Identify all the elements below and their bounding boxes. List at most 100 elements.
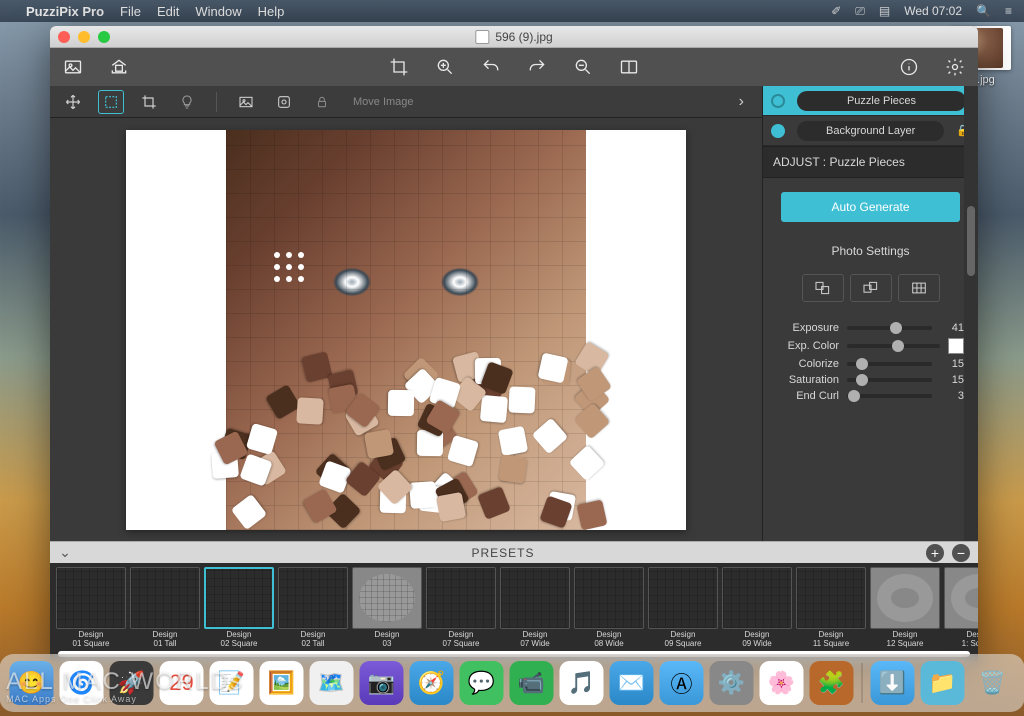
slider-row-exposure: Exposure 41 <box>773 320 968 336</box>
window-minimize-button[interactable] <box>78 31 90 43</box>
menubar-list-icon[interactable]: ≡ <box>1005 4 1012 18</box>
target-tool-icon[interactable] <box>271 90 297 114</box>
image-tool-icon[interactable] <box>233 90 259 114</box>
zoom-in-icon[interactable] <box>434 56 456 78</box>
spotlight-icon[interactable]: 🔍 <box>976 4 991 18</box>
presets-remove-icon[interactable]: − <box>952 544 970 562</box>
preset-item[interactable]: Design07 Square <box>426 567 496 649</box>
collapse-panel-icon[interactable]: › <box>739 93 752 111</box>
menubar-clock[interactable]: Wed 07:02 <box>904 4 962 18</box>
menu-window[interactable]: Window <box>195 4 241 19</box>
layer-visibility-icon[interactable] <box>771 94 785 108</box>
layer-name[interactable]: Puzzle Pieces <box>797 91 966 111</box>
color-swatch[interactable] <box>948 338 964 354</box>
workspace: Move Image › LAYERS <box>50 86 978 541</box>
preset-item[interactable]: Design1: Square <box>944 567 978 649</box>
preset-item[interactable]: Design09 Wide <box>722 567 792 649</box>
slider-thumb[interactable] <box>856 374 868 386</box>
bulb-tool-icon[interactable] <box>174 90 200 114</box>
menubar-app-name[interactable]: PuzziPix Pro <box>26 4 104 19</box>
crop-tool-icon[interactable] <box>136 90 162 114</box>
slider-thumb[interactable] <box>856 358 868 370</box>
dock-app-messages[interactable]: 💬 <box>460 661 504 705</box>
preset-item[interactable]: Design01 Square <box>56 567 126 649</box>
dock-app-downloads[interactable]: ⬇️ <box>871 661 915 705</box>
select-tool-icon[interactable] <box>98 90 124 114</box>
preset-thumb <box>648 567 718 629</box>
window-close-button[interactable] <box>58 31 70 43</box>
layer-row-puzzle[interactable]: Puzzle Pieces <box>763 86 978 116</box>
slider-track[interactable] <box>847 378 932 382</box>
side-panel: LAYERS + − ⧉ Puzzle Pieces Background La… <box>762 86 978 541</box>
preset-item[interactable]: Design09 Square <box>648 567 718 649</box>
save-icon[interactable] <box>108 56 130 78</box>
dock-app-mail[interactable]: ✉️ <box>610 661 654 705</box>
preset-item[interactable]: Design03 <box>352 567 422 649</box>
canvas[interactable] <box>126 130 686 530</box>
compare-icon[interactable] <box>618 56 640 78</box>
selection-handles[interactable] <box>274 252 304 282</box>
layer-visibility-icon[interactable] <box>771 124 785 138</box>
dock-app-settings[interactable]: ⚙️ <box>710 661 754 705</box>
preset-thumb <box>56 567 126 629</box>
preset-item[interactable]: Design11 Square <box>796 567 866 649</box>
dock-folder[interactable]: 📁 <box>921 661 965 705</box>
dock-app-appstore[interactable]: Ⓐ <box>660 661 704 705</box>
auto-generate-button[interactable]: Auto Generate <box>781 192 960 222</box>
watermark: ALL MAC WORLDs MAC Apps One Click Away <box>6 668 244 704</box>
slider-label: Saturation <box>777 374 839 386</box>
layout-option-1[interactable] <box>802 274 844 302</box>
dock-app-safari[interactable]: 🧭 <box>410 661 454 705</box>
menu-file[interactable]: File <box>120 4 141 19</box>
slider-track[interactable] <box>847 326 932 330</box>
dock-app-maps[interactable]: 🗺️ <box>310 661 354 705</box>
dock-app-itunes[interactable]: 🎵 <box>560 661 604 705</box>
menubar-flag-icon[interactable]: ▤ <box>879 4 890 18</box>
preset-item[interactable]: Design02 Square <box>204 567 274 649</box>
scrollbar-thumb[interactable] <box>967 206 975 276</box>
slider-thumb[interactable] <box>892 340 904 352</box>
dock-trash[interactable]: 🗑️ <box>971 661 1015 705</box>
preset-item[interactable]: Design07 Wide <box>500 567 570 649</box>
dock-app-photos[interactable]: 🌸 <box>760 661 804 705</box>
slider-track[interactable] <box>847 362 932 366</box>
dock-app-facetime[interactable]: 📹 <box>510 661 554 705</box>
slider-thumb[interactable] <box>848 390 860 402</box>
dock-app-photobooth[interactable]: 📷 <box>360 661 404 705</box>
presets-scroll[interactable]: Design01 SquareDesign01 TallDesign02 Squ… <box>50 563 978 649</box>
preset-item[interactable]: Design02 Tall <box>278 567 348 649</box>
move-tool-icon[interactable] <box>60 90 86 114</box>
layout-option-grid[interactable] <box>898 274 940 302</box>
settings-icon[interactable] <box>944 56 966 78</box>
menubar-pen-icon[interactable]: ✐ <box>831 4 841 18</box>
crop-icon[interactable] <box>388 56 410 78</box>
slider-track[interactable] <box>847 344 940 348</box>
layout-option-2[interactable] <box>850 274 892 302</box>
menu-help[interactable]: Help <box>258 4 285 19</box>
preset-item[interactable]: Design08 Wide <box>574 567 644 649</box>
dock-app-preview[interactable]: 🖼️ <box>260 661 304 705</box>
window-zoom-button[interactable] <box>98 31 110 43</box>
preset-item[interactable]: Design12 Square <box>870 567 940 649</box>
info-icon[interactable] <box>898 56 920 78</box>
zoom-out-icon[interactable] <box>572 56 594 78</box>
presets-collapse-icon[interactable]: ⌄ <box>50 544 80 561</box>
menubar-airplay-icon[interactable]: ⎚ <box>855 4 865 19</box>
layer-name[interactable]: Background Layer <box>797 121 944 141</box>
preset-item[interactable]: Design01 Tall <box>130 567 200 649</box>
dock-app-current[interactable]: 🧩 <box>810 661 854 705</box>
slider-thumb[interactable] <box>890 322 902 334</box>
window-titlebar[interactable]: 596 (9).jpg <box>50 26 978 48</box>
slider-label: Exposure <box>777 322 839 334</box>
layer-row-background[interactable]: Background Layer 🔒 <box>763 116 978 146</box>
slider-track[interactable] <box>847 394 932 398</box>
open-image-icon[interactable] <box>62 56 84 78</box>
canvas-area[interactable] <box>50 118 762 541</box>
preset-thumb <box>352 567 422 629</box>
lock-tool-icon[interactable] <box>309 90 335 114</box>
undo-icon[interactable] <box>480 56 502 78</box>
menu-edit[interactable]: Edit <box>157 4 179 19</box>
panel-scrollbar[interactable] <box>964 86 978 541</box>
redo-icon[interactable] <box>526 56 548 78</box>
presets-add-icon[interactable]: + <box>926 544 944 562</box>
